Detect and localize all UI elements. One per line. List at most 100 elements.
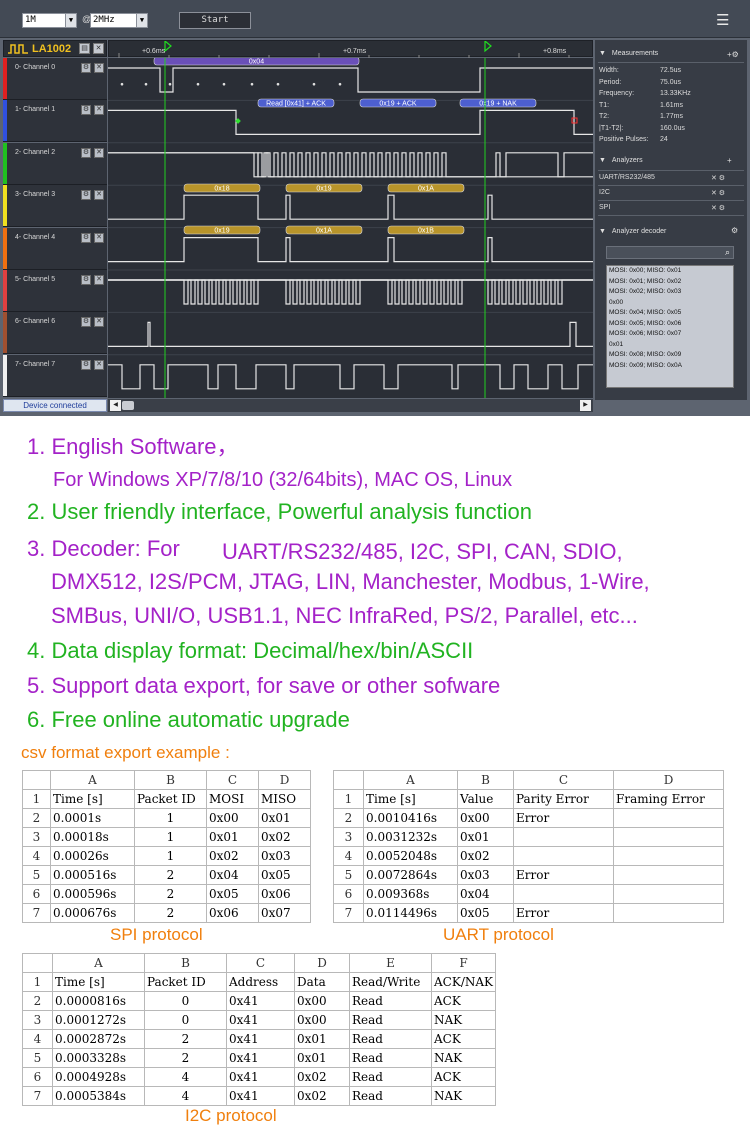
channel-settings-icon[interactable]: ⚙	[81, 63, 91, 73]
analyzer-item[interactable]: UART/RS232/485	[599, 174, 655, 181]
hamburger-menu-icon[interactable]: ☰	[716, 11, 729, 29]
channel-row[interactable]: 5- Channel 5 ⚙ ✕	[3, 270, 107, 312]
channel-close-icon[interactable]: ✕	[94, 359, 104, 370]
close-icon[interactable]: ✕	[93, 43, 104, 54]
scroll-left-icon[interactable]: ◀	[110, 400, 121, 411]
timeline-ruler[interactable]: +0.6ms +0.7ms +0.8ms	[108, 40, 593, 58]
channel-row[interactable]: 6- Channel 6 ⚙ ✕	[3, 312, 107, 355]
channel-waveform	[108, 321, 593, 347]
uart-table: A B C D 1 Time [s] Value Parity Error Framing Er…	[333, 770, 724, 923]
table-cell: 1	[134, 846, 207, 866]
decoder-output[interactable]: MOSI: 0x00; MISO: 0x01 MOSI: 0x01; MISO: …	[606, 265, 734, 388]
rate-select[interactable]: 2MHz ▼	[90, 13, 148, 28]
measurement-value: 75.0us	[660, 78, 682, 86]
table-cell: 1	[134, 808, 207, 828]
waveform-plot[interactable]: 0x04 Read [0x41] + ACK 0x19 + ACK 0x19 + NA…	[108, 56, 593, 398]
feature-4: 4. Data display format: Decimal/hex/bin/…	[27, 638, 474, 663]
channel-row[interactable]: 1- Channel 1 ⚙ ✕	[3, 100, 107, 143]
horizontal-scrollbar[interactable]: ◀ ▶	[108, 399, 593, 412]
chevron-down-icon[interactable]: ▼	[65, 14, 76, 27]
channel-close-icon[interactable]: ✕	[94, 190, 104, 201]
channel-settings-icon[interactable]: ⚙	[81, 105, 91, 116]
channel-row[interactable]: 2- Channel 2 ⚙ ✕	[3, 142, 107, 185]
channel-close-icon[interactable]: ✕	[94, 317, 104, 328]
spi-caption: SPI protocol	[110, 925, 203, 944]
table-row: 5 0.0072864s 0x03 Error	[333, 865, 724, 885]
scroll-thumb[interactable]	[122, 401, 134, 410]
collapse-arrow-icon[interactable]: ▼	[599, 157, 606, 164]
feature-1-detail: For Windows XP/7/8/10 (32/64bits), MAC O…	[53, 469, 513, 491]
table-cell: 0x41	[226, 1048, 295, 1068]
table-cell: 0x01	[294, 1029, 350, 1049]
measurement-label: T2:	[599, 113, 610, 120]
collapse-arrow-icon[interactable]: ▼	[599, 50, 606, 57]
chevron-down-icon[interactable]: ▼	[136, 14, 147, 27]
status-bar: Device connected	[3, 399, 107, 412]
channel-name: 5- Channel 5	[15, 276, 56, 283]
collapse-arrow-icon[interactable]: ▼	[599, 228, 606, 235]
channel-close-icon[interactable]: ✕	[94, 63, 104, 73]
search-icon[interactable]: ⌕	[725, 247, 730, 258]
row-number: 1	[22, 972, 53, 992]
channel-settings-icon[interactable]: ⚙	[81, 190, 91, 201]
row-number: 4	[22, 846, 51, 866]
decode-label: 0x1A	[316, 228, 332, 235]
settings-icon[interactable]: ⚙	[731, 226, 738, 235]
add-analyzer-icon[interactable]: +	[727, 156, 732, 165]
settings-icon[interactable]: +⚙	[727, 50, 739, 59]
waveform-canvas[interactable]: 0x04Read [0x41] + ACK 0x19 + ACK 0x19 + NA…	[108, 56, 593, 398]
analyzer-actions-icon[interactable]: ✕ ⚙	[711, 204, 725, 212]
analyzer-item[interactable]: I2C	[599, 189, 610, 196]
table-row: 6 0.000596s 2 0x05 0x06	[22, 884, 311, 904]
channel-settings-icon[interactable]: ⚙	[81, 317, 91, 328]
channel-settings-icon[interactable]: ⚙	[81, 147, 91, 158]
sample-dot	[168, 82, 172, 86]
table-row: 5 0.0003328s 2 0x41 0x01 Read NAK	[22, 1048, 496, 1068]
table-row: 7 0.0114496s 0x05 Error	[333, 903, 724, 923]
channel-settings-icon[interactable]: ⚙	[81, 232, 91, 243]
table-cell: 0x01	[294, 1048, 350, 1068]
decoder-header[interactable]: ▼ Analyzer decoder	[595, 224, 747, 240]
scroll-right-icon[interactable]: ▶	[580, 400, 591, 411]
channel-settings-icon[interactable]: ⚙	[81, 359, 91, 370]
column-header-row: ABCD	[333, 770, 724, 790]
cursor-t2-marker	[484, 41, 492, 53]
decoder-search-field[interactable]: ⌕	[606, 246, 734, 259]
channel-close-icon[interactable]: ✕	[94, 105, 104, 116]
table-cell: 4	[144, 1086, 227, 1106]
column-letter: D	[294, 953, 350, 973]
start-button[interactable]: Start	[179, 12, 251, 29]
table-cell: Error	[513, 808, 614, 828]
table-cell: NAK	[431, 1086, 496, 1106]
table-row: 3 0.0001272s 0 0x41 0x00 Read NAK	[22, 1010, 496, 1030]
channel-row[interactable]: 3- Channel 3 ⚙ ✕	[3, 185, 107, 228]
table-cell: ACK	[431, 1029, 496, 1049]
channel-settings-icon[interactable]: ⚙	[81, 275, 91, 285]
channel-name: 1- Channel 1	[15, 106, 56, 114]
measurement-value: 1.77ms	[660, 113, 683, 120]
channel-row[interactable]: 0- Channel 0 ⚙ ✕	[3, 58, 107, 100]
analyzers-header[interactable]: ▼ Analyzers	[595, 153, 747, 169]
channel-row[interactable]: 7- Channel 7 ⚙ ✕	[3, 354, 107, 397]
collapse-all-icon[interactable]: ▤	[79, 43, 90, 54]
analyzer-item[interactable]: SPI	[599, 204, 610, 211]
feature-6: 6. Free online automatic upgrade	[27, 707, 350, 732]
measurements-header[interactable]: ▼ Measurements	[595, 46, 747, 62]
channel-row[interactable]: 4- Channel 4 ⚙ ✕	[3, 227, 107, 270]
channel-close-icon[interactable]: ✕	[94, 275, 104, 285]
table-cell: Time [s]	[52, 972, 145, 992]
samples-select[interactable]: 1M ▼	[22, 13, 77, 28]
analyzer-actions-icon[interactable]: ✕ ⚙	[711, 189, 725, 197]
column-letter: B	[134, 770, 207, 790]
table-cell: Read	[349, 991, 432, 1011]
table-cell: Read	[349, 1029, 432, 1049]
table-cell: Time [s]	[50, 789, 135, 809]
channel-close-icon[interactable]: ✕	[94, 232, 104, 243]
analyzer-actions-icon[interactable]: ✕ ⚙	[711, 174, 725, 182]
row-number: 5	[333, 865, 364, 885]
channel-name: 4- Channel 4	[15, 233, 56, 241]
table-row: 6 0.009368s 0x04	[333, 884, 724, 904]
row-number: 2	[333, 808, 364, 828]
row-number: 6	[22, 1067, 53, 1087]
channel-close-icon[interactable]: ✕	[94, 147, 104, 158]
